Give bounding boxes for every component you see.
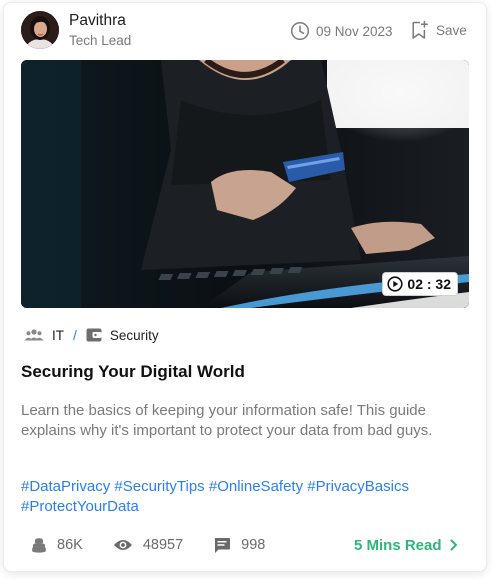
breadcrumb: IT / Security: [24, 325, 159, 345]
author-name[interactable]: Pavithra: [69, 12, 126, 30]
save-button[interactable]: Save: [411, 19, 467, 41]
comments-stat[interactable]: 998: [213, 536, 265, 554]
video-thumbnail[interactable]: 02 : 32: [21, 60, 469, 308]
tag-link[interactable]: #OnlineSafety: [209, 478, 303, 495]
likes-count: 86K: [57, 537, 83, 553]
comment-icon: [215, 538, 231, 553]
subcategory-link[interactable]: Security: [110, 328, 159, 343]
views-count: 48957: [142, 537, 184, 553]
comments-count: 998: [241, 537, 266, 553]
likes-stat[interactable]: 86K: [31, 537, 83, 553]
play-circle-icon: [387, 276, 404, 292]
chevron-right-icon: [450, 539, 457, 551]
coin-stack-icon: [32, 538, 46, 553]
tag-link[interactable]: #ProtectYourData: [21, 498, 139, 515]
wallet-icon: [86, 328, 102, 342]
tag-link[interactable]: #DataPrivacy: [21, 478, 110, 495]
bookmark-plus-icon: [412, 20, 428, 39]
article-description: Learn the basics of keeping your informa…: [21, 402, 433, 439]
stats-bar: 86K 48957 998: [31, 535, 295, 555]
views-stat: 48957: [113, 537, 183, 553]
author-avatar[interactable]: [21, 11, 59, 49]
save-label: Save: [436, 22, 467, 38]
tag-list: #DataPrivacy #SecurityTips #OnlineSafety…: [21, 477, 471, 517]
publish-date: 09 Nov 2023: [290, 20, 393, 42]
eye-icon: [113, 540, 132, 550]
read-time-label: 5 Mins Read: [354, 536, 442, 554]
duration-text: 02 : 32: [407, 276, 451, 292]
video-duration: 02 : 32: [382, 272, 458, 296]
article-card: Pavithra Tech Lead 09 Nov 2023 Save 02:…: [3, 2, 487, 572]
breadcrumb-separator: /: [73, 327, 77, 343]
thumbnail-image: [21, 60, 469, 308]
category-link[interactable]: IT: [52, 328, 64, 343]
date-text: 09 Nov 2023: [316, 23, 393, 39]
clock-icon: [290, 21, 310, 41]
tag-link[interactable]: #SecurityTips: [114, 478, 204, 495]
read-time-link[interactable]: 5 Mins Read: [354, 535, 458, 555]
article-title[interactable]: Securing Your Digital World: [21, 362, 245, 382]
tag-link[interactable]: #PrivacyBasics: [307, 478, 409, 495]
group-icon: [24, 329, 44, 341]
author-role: Tech Lead: [69, 33, 132, 48]
